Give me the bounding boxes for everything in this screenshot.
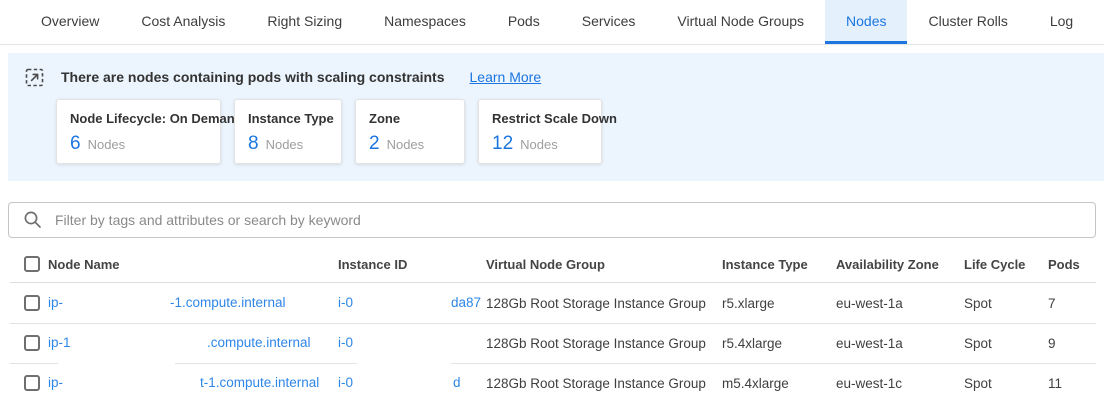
node-name-link[interactable]: ip- xyxy=(48,283,63,323)
card-count: 6 xyxy=(70,133,81,155)
instance-id-link[interactable]: da87 xyxy=(451,283,481,323)
row-checkbox[interactable] xyxy=(24,335,40,351)
col-header-virtual-node-group: Virtual Node Group xyxy=(486,257,722,272)
col-header-life-cycle: Life Cycle xyxy=(964,257,1048,272)
life-cycle-cell: Spot xyxy=(964,376,1048,391)
tab-cluster-rolls[interactable]: Cluster Rolls xyxy=(907,0,1028,44)
nodes-table: Node Name Instance ID Virtual Node Group… xyxy=(0,245,1104,403)
learn-more-link[interactable]: Learn More xyxy=(470,69,542,85)
table-row: ip- t-1.compute.internal i-0 d 128Gb Roo… xyxy=(0,363,1104,403)
instance-id-link[interactable]: i-0 xyxy=(338,323,353,363)
instance-id-link[interactable]: i-0 xyxy=(338,363,353,403)
tab-nodes[interactable]: Nodes xyxy=(825,0,907,44)
life-cycle-cell: Spot xyxy=(964,336,1048,351)
node-name-link[interactable]: -1.compute.internal xyxy=(170,283,286,323)
instance-type-cell: r5.4xlarge xyxy=(722,336,836,351)
card-node-lifecycle[interactable]: Node Lifecycle: On Demand 6 Nodes xyxy=(56,99,221,164)
pods-cell: 11 xyxy=(1048,376,1104,391)
pods-cell: 9 xyxy=(1048,336,1104,351)
node-name-cell: ip- -1.compute.internal xyxy=(48,283,338,323)
row-checkbox[interactable] xyxy=(24,295,40,311)
col-header-instance-id: Instance ID xyxy=(338,245,486,283)
card-title: Zone xyxy=(369,111,450,126)
instance-id-link[interactable]: d xyxy=(453,363,461,403)
tab-right-sizing[interactable]: Right Sizing xyxy=(246,0,363,44)
instance-type-cell: m5.4xlarge xyxy=(722,376,836,391)
card-count: 12 xyxy=(492,133,513,155)
card-unit: Nodes xyxy=(387,137,425,152)
filter-search xyxy=(8,202,1096,238)
constraint-cards: Node Lifecycle: On Demand 6 Nodes Instan… xyxy=(56,99,1104,164)
availability-zone-cell: eu-west-1a xyxy=(836,296,964,311)
card-count: 2 xyxy=(369,133,380,155)
tab-log[interactable]: Log xyxy=(1029,0,1094,44)
life-cycle-cell: Spot xyxy=(964,296,1048,311)
card-title: Node Lifecycle: On Demand xyxy=(70,111,206,126)
node-name-link[interactable]: t-1.compute.internal xyxy=(200,363,319,403)
select-all-checkbox[interactable] xyxy=(24,256,40,272)
node-name-link[interactable]: .compute.internal xyxy=(207,323,311,363)
table-header-row: Node Name Instance ID Virtual Node Group… xyxy=(0,245,1104,283)
instance-type-cell: r5.xlarge xyxy=(722,296,836,311)
pods-cell: 7 xyxy=(1048,296,1104,311)
instance-id-cell: i-0 da87 xyxy=(338,283,486,323)
redaction-box xyxy=(357,356,451,370)
card-unit: Nodes xyxy=(520,137,558,152)
instance-id-link[interactable]: i-0 xyxy=(338,283,353,323)
virtual-node-group-cell: 128Gb Root Storage Instance Group xyxy=(486,296,722,311)
card-title: Instance Type xyxy=(248,111,327,126)
card-unit: Nodes xyxy=(88,137,126,152)
card-unit: Nodes xyxy=(266,137,304,152)
scale-up-icon xyxy=(25,68,44,87)
availability-zone-cell: eu-west-1a xyxy=(836,336,964,351)
search-input[interactable] xyxy=(8,202,1096,238)
tab-pods[interactable]: Pods xyxy=(487,0,561,44)
row-checkbox[interactable] xyxy=(24,375,40,391)
node-name-link[interactable]: ip-1 xyxy=(48,323,71,363)
tab-namespaces[interactable]: Namespaces xyxy=(363,0,487,44)
col-header-instance-type: Instance Type xyxy=(722,257,836,272)
tab-bar: Overview Cost Analysis Right Sizing Name… xyxy=(0,0,1104,45)
col-header-availability-zone: Availability Zone xyxy=(836,257,964,272)
tab-virtual-node-groups[interactable]: Virtual Node Groups xyxy=(656,0,825,44)
col-header-node-name: Node Name xyxy=(48,245,338,283)
table-row: ip- -1.compute.internal i-0 da87 128Gb R… xyxy=(0,283,1104,323)
virtual-node-group-cell: 128Gb Root Storage Instance Group xyxy=(486,376,722,391)
tab-services[interactable]: Services xyxy=(561,0,657,44)
node-name-link[interactable]: ip- xyxy=(48,363,63,403)
card-instance-type[interactable]: Instance Type 8 Nodes xyxy=(234,99,342,164)
banner-message: There are nodes containing pods with sca… xyxy=(61,69,445,85)
tab-overview[interactable]: Overview xyxy=(20,0,120,44)
card-count: 8 xyxy=(248,133,259,155)
card-title: Restrict Scale Down xyxy=(492,111,587,126)
card-zone[interactable]: Zone 2 Nodes xyxy=(355,99,465,164)
redaction-box xyxy=(58,356,175,370)
virtual-node-group-cell: 128Gb Root Storage Instance Group xyxy=(486,336,722,351)
card-restrict-scale-down[interactable]: Restrict Scale Down 12 Nodes xyxy=(478,99,602,164)
scaling-constraints-banner: There are nodes containing pods with sca… xyxy=(8,53,1104,181)
col-header-pods: Pods xyxy=(1048,257,1104,272)
availability-zone-cell: eu-west-1c xyxy=(836,376,964,391)
tab-cost-analysis[interactable]: Cost Analysis xyxy=(120,0,246,44)
